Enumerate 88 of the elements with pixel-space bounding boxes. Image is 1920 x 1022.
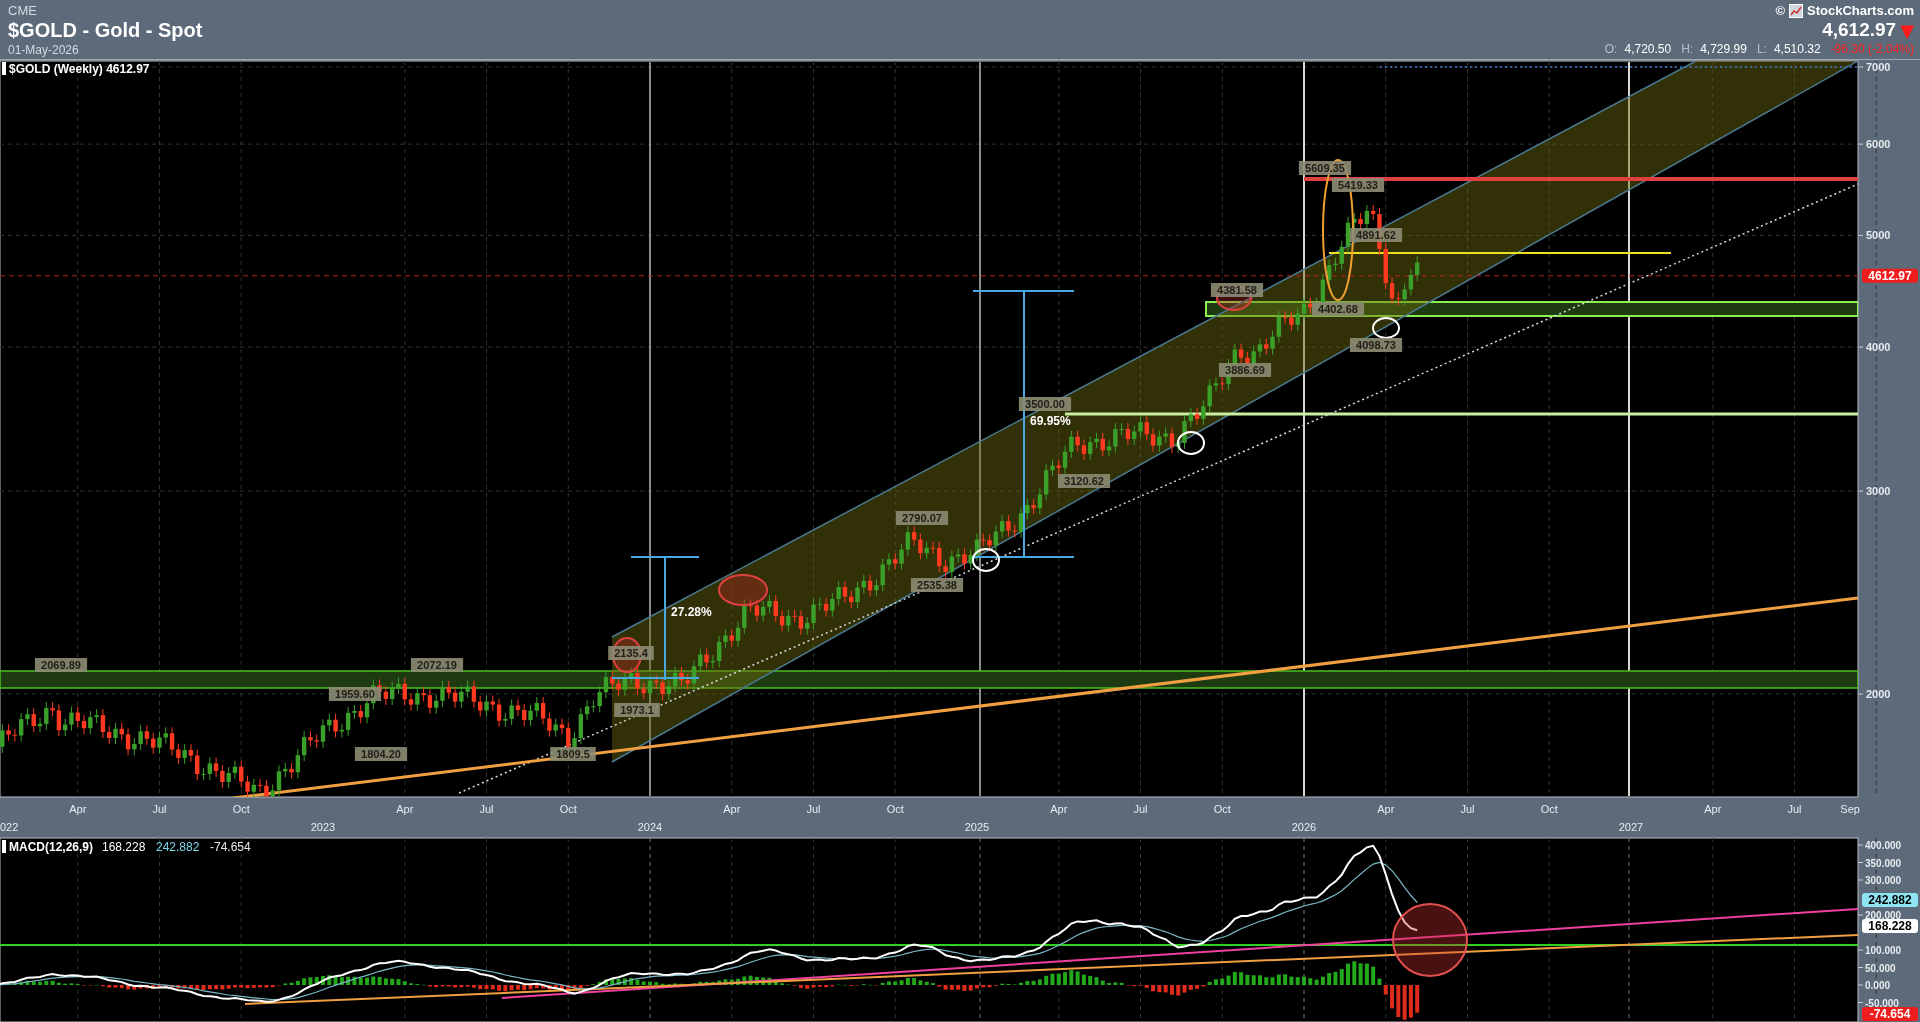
price-axis-label: 5000 [1866, 229, 1891, 242]
month-label: Jul [806, 803, 821, 815]
signal-value: 242.882 [156, 840, 200, 854]
month-label: Apr [396, 803, 414, 815]
macd-axis-label: 400.000 [1865, 840, 1902, 851]
macd-axis-label: 350.000 [1865, 857, 1902, 869]
price-annotation: 2135.4 [608, 646, 654, 660]
price-legend: $GOLD (Weekly) 4612.97 [9, 62, 150, 76]
price-annotation: 3886.69 [1218, 363, 1272, 377]
highlight-circle [1372, 317, 1400, 339]
month-label: Apr [69, 803, 87, 815]
price-annotation: 3120.62 [1057, 474, 1111, 488]
percent-gain-label: 27.28% [671, 605, 712, 619]
macd-axis-label: -50.000 [1865, 997, 1899, 1009]
month-label: Oct [886, 803, 904, 815]
logo-icon [1789, 3, 1804, 18]
month-label: Jul [1460, 803, 1475, 815]
ohlc-label: O: [1604, 42, 1618, 56]
price-change: -96.30 (-2.04%) [1830, 42, 1914, 56]
price-annotation: 2790.07 [895, 511, 949, 525]
ohlc-value: 4,729.99 [1700, 42, 1747, 56]
year-label: 022 [0, 821, 19, 833]
price-annotation: 5419.33 [1331, 178, 1385, 192]
price-annotation: 3500.00 [1018, 397, 1072, 411]
price-axis-label: 4000 [1866, 341, 1891, 354]
year-label: 2026 [1291, 821, 1317, 833]
ohlc-label: H: [1681, 42, 1694, 56]
change-arrow: ▼ [1900, 19, 1914, 41]
year-label: 2027 [1618, 821, 1644, 833]
highlight-ellipse [718, 574, 768, 606]
ohlc-value: 4,720.50 [1624, 42, 1672, 56]
macd-legend: MACD(12,26,9) [9, 840, 94, 854]
year-label: 2023 [310, 821, 336, 833]
price-annotation: 1973.1 [614, 703, 660, 717]
month-label: Apr [1377, 803, 1395, 815]
macd-value: 168.228 [102, 840, 146, 854]
price-annotation: 4098.73 [1349, 338, 1403, 352]
histogram-value: -74.654 [210, 840, 251, 854]
price-annotation: 4402.68 [1311, 302, 1365, 316]
month-label: Sep [1840, 803, 1860, 815]
price-annotation: 2535.38 [910, 578, 964, 592]
price-annotation: 2072.19 [410, 658, 464, 672]
month-label: Jul [1787, 803, 1802, 815]
month-label: Jul [479, 803, 494, 815]
legend-marker [2, 62, 6, 75]
macd-axis-label: 50.000 [1865, 962, 1896, 974]
month-label: Apr [723, 803, 741, 815]
price-annotation: 1959.60 [328, 687, 382, 701]
month-label: Oct [232, 803, 250, 815]
ohlc-value: 4,510.32 [1773, 42, 1821, 56]
price-axis-label: 2000 [1866, 688, 1891, 700]
copyright-symbol: © [1775, 3, 1786, 18]
percent-gain-label: 69.95% [1030, 414, 1071, 428]
macd-axis-label: 100.000 [1865, 945, 1902, 956]
price-axis-label: 3000 [1866, 485, 1891, 498]
current-price-tag: 4612.97 [1862, 268, 1918, 283]
year-label: 2024 [637, 821, 663, 833]
month-label: Oct [1213, 803, 1231, 815]
month-label: Apr [1050, 803, 1068, 815]
last-price: 4,612.97 [1822, 19, 1897, 41]
price-axis-label: 6000 [1866, 138, 1891, 151]
brand-name: StockCharts.com [1807, 3, 1914, 18]
signal-tag: 242.882 [1862, 893, 1918, 907]
price-annotation: 1809.5 [550, 747, 596, 761]
macd-axis-label: 0.000 [1865, 980, 1891, 991]
month-label: Jul [152, 803, 167, 815]
macd-axis-label: 300.000 [1865, 875, 1902, 886]
highlight-circle [1177, 431, 1205, 455]
month-label: Oct [1540, 803, 1558, 815]
macd-tag: 168.228 [1862, 919, 1918, 934]
chart-title: $GOLD - Gold - Spot [8, 18, 203, 42]
highlight-circle [972, 548, 1000, 572]
month-label: Apr [1704, 803, 1722, 815]
macd-axis-label: 200.000 [1865, 910, 1902, 921]
exchange-label: CME [8, 2, 38, 18]
ohlc-label: L: [1756, 42, 1767, 56]
month-label: Jul [1133, 803, 1148, 815]
price-annotation: 2069.89 [34, 658, 88, 672]
histogram-tag: -74.654 [1862, 1007, 1918, 1021]
year-label: 2025 [964, 821, 990, 833]
price-axis-label: 7000 [1866, 61, 1891, 73]
chart-date: 01-May-2026 [8, 42, 80, 57]
legend-marker [2, 840, 6, 853]
price-annotation: 4891.62 [1349, 228, 1403, 242]
price-annotation: 1804.20 [354, 747, 408, 761]
price-annotation: 4381.58 [1210, 283, 1264, 297]
month-label: Oct [559, 803, 577, 815]
price-annotation: 5609.35 [1298, 161, 1352, 175]
